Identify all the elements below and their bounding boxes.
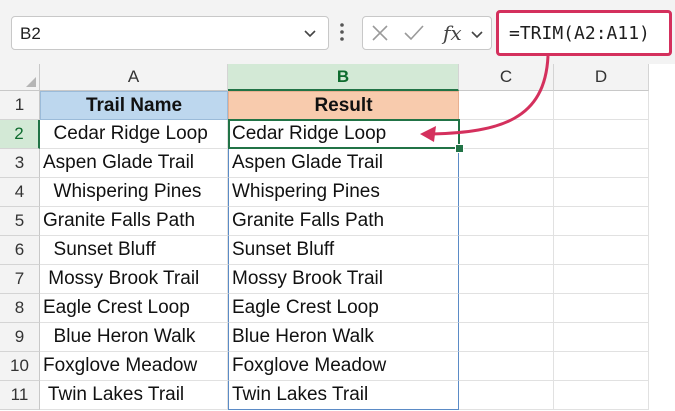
- cell-d10[interactable]: [554, 352, 649, 381]
- cell-c10[interactable]: [459, 352, 554, 381]
- formula-buttons: fx: [362, 16, 492, 50]
- enter-icon[interactable]: [403, 24, 425, 42]
- insert-function-icon[interactable]: fx: [443, 21, 462, 45]
- cell-a4[interactable]: Whispering Pines: [40, 178, 228, 207]
- cell-b4[interactable]: Whispering Pines: [228, 178, 459, 207]
- cell-d4[interactable]: [554, 178, 649, 207]
- cell-c8[interactable]: [459, 294, 554, 323]
- cell-c7[interactable]: [459, 265, 554, 294]
- cell-a6[interactable]: Sunset Bluff: [40, 236, 228, 265]
- cell-b10[interactable]: Foxglove Meadow: [228, 352, 459, 381]
- cell-a9[interactable]: Blue Heron Walk: [40, 323, 228, 352]
- row-header-5[interactable]: 5: [0, 207, 40, 236]
- cell-c5[interactable]: [459, 207, 554, 236]
- chevron-down-icon[interactable]: [302, 25, 318, 41]
- row-header-4[interactable]: 4: [0, 178, 40, 207]
- cell-a3[interactable]: Aspen Glade Trail: [40, 149, 228, 178]
- cell-c3[interactable]: [459, 149, 554, 178]
- chevron-down-icon[interactable]: [469, 26, 485, 42]
- column-header-a[interactable]: A: [40, 64, 228, 91]
- column-header-c[interactable]: C: [459, 64, 554, 91]
- row-header-7[interactable]: 7: [0, 265, 40, 294]
- column-header-d[interactable]: D: [554, 64, 649, 91]
- cell-d2[interactable]: [554, 120, 649, 149]
- cell-b7[interactable]: Mossy Brook Trail: [228, 265, 459, 294]
- cell-b2[interactable]: Cedar Ridge Loop: [228, 120, 459, 149]
- formula-bar-area: B2 fx =TRIM(A2:A11): [0, 0, 675, 64]
- cell-d3[interactable]: [554, 149, 649, 178]
- cell-b3[interactable]: Aspen Glade Trail: [228, 149, 459, 178]
- cell-c1[interactable]: [459, 91, 554, 120]
- cell-c9[interactable]: [459, 323, 554, 352]
- cell-a1[interactable]: Trail Name: [40, 91, 228, 120]
- select-all-icon: [26, 77, 36, 87]
- column-header-b[interactable]: B: [228, 64, 459, 91]
- cancel-icon[interactable]: [371, 24, 389, 42]
- cell-d7[interactable]: [554, 265, 649, 294]
- cell-a5[interactable]: Granite Falls Path: [40, 207, 228, 236]
- cell-a7[interactable]: Mossy Brook Trail: [40, 265, 228, 294]
- cell-c6[interactable]: [459, 236, 554, 265]
- fill-handle[interactable]: [455, 144, 464, 153]
- row-header-1[interactable]: 1: [0, 91, 40, 120]
- name-box[interactable]: B2: [11, 16, 329, 50]
- cell-a2[interactable]: Cedar Ridge Loop: [40, 120, 228, 149]
- cell-c4[interactable]: [459, 178, 554, 207]
- cell-b6[interactable]: Sunset Bluff: [228, 236, 459, 265]
- row-header-10[interactable]: 10: [0, 352, 40, 381]
- formula-input[interactable]: =TRIM(A2:A11): [496, 10, 672, 56]
- cell-c11[interactable]: [459, 381, 554, 410]
- cell-a11[interactable]: Twin Lakes Trail: [40, 381, 228, 410]
- cell-d8[interactable]: [554, 294, 649, 323]
- cell-d6[interactable]: [554, 236, 649, 265]
- cell-d11[interactable]: [554, 381, 649, 410]
- cell-d9[interactable]: [554, 323, 649, 352]
- cell-b9[interactable]: Blue Heron Walk: [228, 323, 459, 352]
- cell-a8[interactable]: Eagle Crest Loop: [40, 294, 228, 323]
- cell-c2[interactable]: [459, 120, 554, 149]
- row-header-6[interactable]: 6: [0, 236, 40, 265]
- cell-a10[interactable]: Foxglove Meadow: [40, 352, 228, 381]
- name-box-value: B2: [20, 24, 41, 43]
- more-options-icon[interactable]: [338, 20, 346, 44]
- row-header-11[interactable]: 11: [0, 381, 40, 410]
- formula-text: =TRIM(A2:A11): [509, 23, 650, 44]
- row-header-9[interactable]: 9: [0, 323, 40, 352]
- cell-b5[interactable]: Granite Falls Path: [228, 207, 459, 236]
- row-header-2[interactable]: 2: [0, 120, 40, 149]
- row-header-8[interactable]: 8: [0, 294, 40, 323]
- cell-b1[interactable]: Result: [228, 91, 459, 120]
- row-header-3[interactable]: 3: [0, 149, 40, 178]
- cell-b11[interactable]: Twin Lakes Trail: [228, 381, 459, 410]
- cell-d1[interactable]: [554, 91, 649, 120]
- cell-d5[interactable]: [554, 207, 649, 236]
- cell-b8[interactable]: Eagle Crest Loop: [228, 294, 459, 323]
